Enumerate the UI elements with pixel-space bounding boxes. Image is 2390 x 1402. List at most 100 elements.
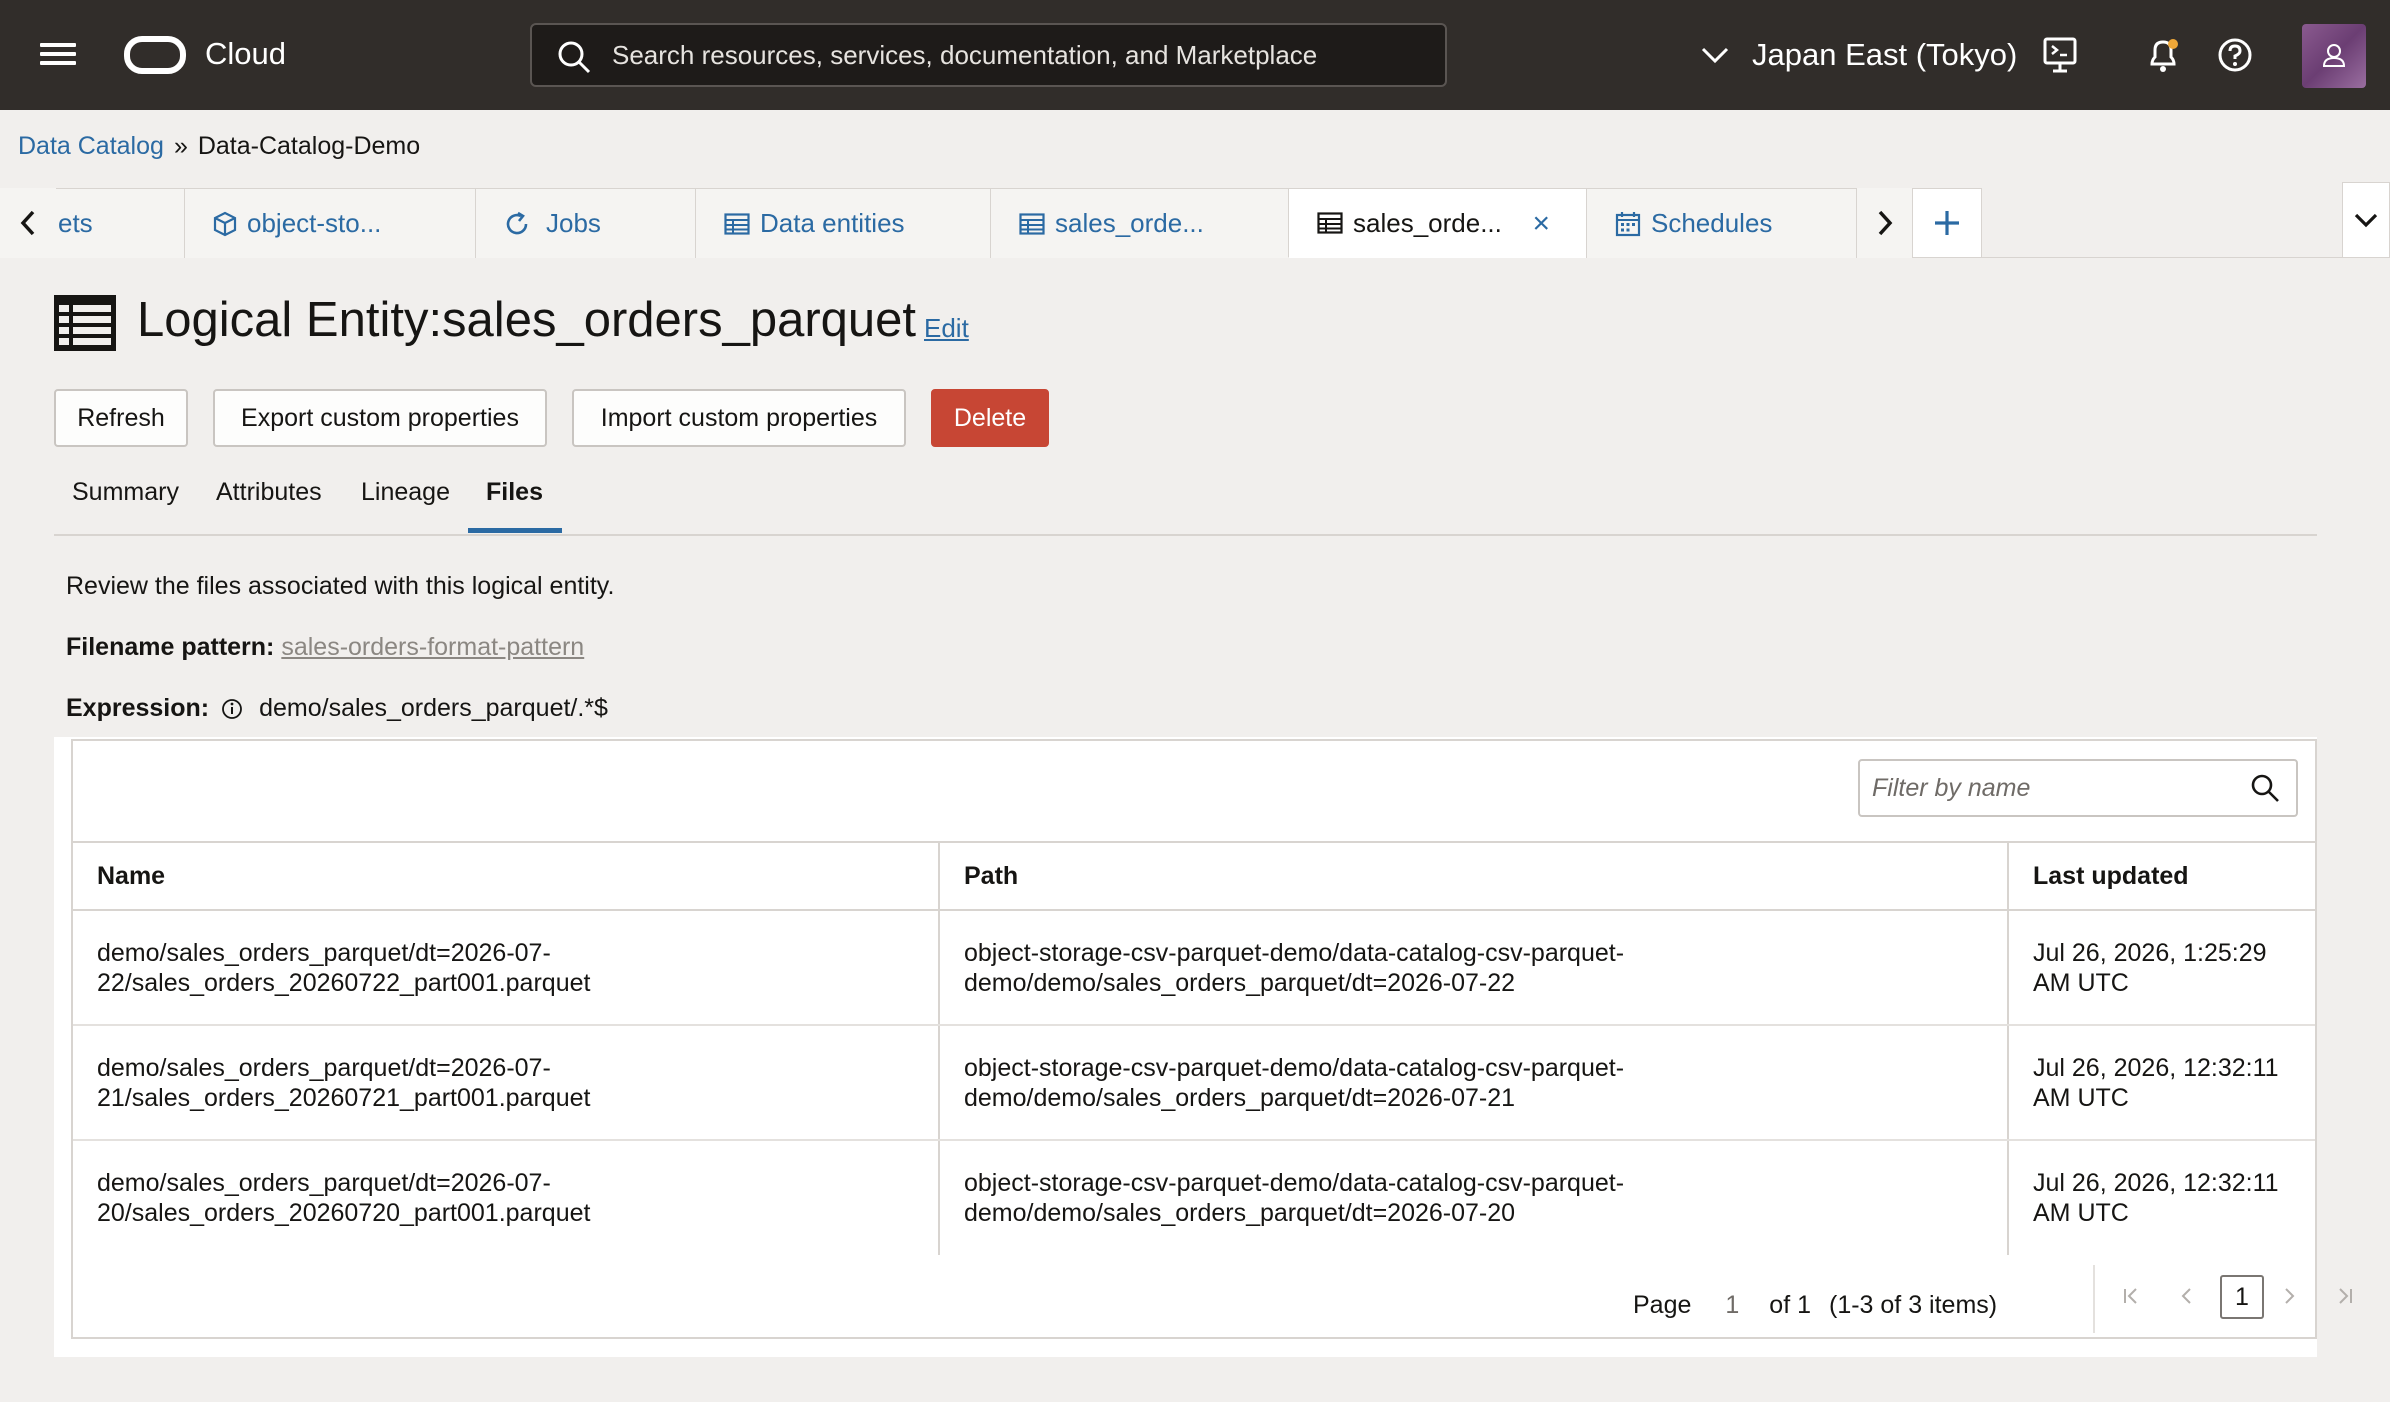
expression-value: demo/sales_orders_parquet/.*$ [259, 694, 608, 722]
file-path-cell: object-storage-csv-parquet-demo/data-cat… [964, 1053, 1625, 1112]
add-tab-button[interactable] [1912, 188, 1982, 258]
refresh-button[interactable]: Refresh [54, 389, 188, 447]
chevron-right-icon [1878, 210, 1892, 236]
table-row[interactable]: demo/sales_orders_parquet/dt=2026-07- 21… [73, 1025, 2315, 1141]
tab-sales-orders-active[interactable]: sales_orde... × [1288, 188, 1586, 258]
files-table-container: Name Path Last updated demo/sales_orders… [71, 739, 2352, 1339]
table-icon [54, 295, 116, 351]
export-custom-properties-button[interactable]: Export custom properties [213, 389, 547, 447]
cube-icon [213, 211, 237, 236]
tab-strip: ets object-sto... Jobs Data entities sal… [0, 188, 2390, 258]
tab-lineage[interactable]: Lineage [361, 478, 450, 507]
pagination-divider [2093, 1265, 2095, 1333]
tab-schedules[interactable]: Schedules [1586, 188, 1856, 258]
region-label: Japan East (Tokyo) [1752, 37, 2018, 72]
tab-label: Schedules [1651, 208, 1773, 238]
page-of-label: of 1 [1769, 1290, 1811, 1319]
oracle-logo[interactable] [124, 36, 186, 74]
tab-object-storage[interactable]: object-sto... [184, 188, 475, 258]
filename-pattern-label: Filename pattern: [66, 633, 275, 661]
files-description: Review the files associated with this lo… [66, 572, 615, 600]
breadcrumb-current: Data-Catalog-Demo [197, 132, 421, 160]
brand-label[interactable]: Cloud [205, 36, 286, 72]
tab-overflow-button[interactable] [2342, 182, 2390, 258]
filename-pattern-link[interactable]: sales-orders-format-pattern [281, 633, 584, 661]
bell-icon[interactable] [2142, 34, 2184, 76]
global-search-input[interactable]: Search resources, services, documentatio… [530, 23, 1447, 87]
last-page-icon [2339, 1288, 2352, 1304]
items-count-label: (1-3 of 3 items) [1829, 1290, 1998, 1319]
pagination-info: Page 1 of 1 (1-3 of 3 items) [1633, 1281, 1997, 1329]
cloud-shell-icon[interactable] [2040, 34, 2082, 76]
files-table: Name Path Last updated demo/sales_orders… [73, 841, 2315, 1255]
expression-label: Expression: [66, 694, 210, 722]
plus-icon [1935, 211, 1959, 235]
tab-jobs[interactable]: Jobs [475, 188, 695, 258]
menu-icon[interactable] [40, 38, 76, 72]
action-buttons: Refresh Export custom properties Import … [54, 389, 1049, 447]
files-panel: Name Path Last updated demo/sales_orders… [54, 737, 2352, 1357]
edit-link[interactable]: Edit [924, 313, 969, 344]
chevron-down-icon [2354, 213, 2378, 228]
breadcrumb-data-catalog[interactable]: Data Catalog [18, 132, 164, 161]
delete-button[interactable]: Delete [931, 389, 1049, 447]
top-navigation-bar: Cloud Search resources, services, docume… [0, 0, 2390, 110]
chevron-right-icon [2285, 1288, 2295, 1304]
active-tab-indicator [468, 528, 562, 533]
breadcrumb-separator: » [173, 132, 188, 160]
page-title: Logical Entity:sales_orders_parquet [137, 293, 917, 347]
close-icon[interactable]: × [1532, 207, 1550, 241]
table-icon [1317, 212, 1343, 234]
info-icon[interactable] [221, 698, 243, 720]
file-name-cell: demo/sales_orders_parquet/dt=2026-07- 21… [97, 1053, 591, 1112]
chevron-down-icon [1701, 47, 1729, 64]
file-path-cell: object-storage-csv-parquet-demo/data-cat… [964, 1169, 1625, 1227]
page-number-input[interactable]: 1 [1725, 1291, 1739, 1320]
expression-row: Expression: demo/sales_orders_parquet/.*… [66, 694, 608, 723]
import-custom-properties-button[interactable]: Import custom properties [572, 389, 906, 447]
column-header-name[interactable]: Name [73, 841, 939, 911]
previous-page-button[interactable] [2169, 1278, 2205, 1314]
column-header-last-updated[interactable]: Last updated [2007, 841, 2315, 911]
tab-label: object-sto... [247, 208, 382, 238]
last-updated-cell: Jul 26, 2026, 1:25:29 AM UTC [2033, 938, 2267, 997]
avatar[interactable] [2302, 24, 2366, 88]
tab-files[interactable]: Files [486, 478, 543, 507]
tab-label: sales_orde... [1055, 208, 1204, 238]
detail-tabs: Summary Attributes Lineage Files [54, 470, 2317, 536]
calendar-icon [1615, 211, 1641, 236]
tab-scroll-left-button[interactable] [0, 188, 56, 258]
file-name-cell: demo/sales_orders_parquet/dt=2026-07- 20… [97, 1169, 591, 1227]
page-label: Page [1633, 1290, 1692, 1319]
tab-label: sales_orde... [1353, 207, 1502, 238]
tab-sales-orders-1[interactable]: sales_orde... [990, 188, 1288, 258]
tab-label: Jobs [546, 208, 601, 238]
tab-assets[interactable]: ets [56, 188, 184, 258]
tab-label: ets [58, 208, 93, 238]
refresh-icon [506, 211, 528, 234]
table-header-row: Name Path Last updated [73, 841, 2315, 911]
next-page-button[interactable] [2271, 1278, 2307, 1314]
last-updated-cell: Jul 26, 2026, 12:32:11 AM UTC [2033, 1169, 2279, 1227]
last-updated-cell: Jul 26, 2026, 12:32:11 AM UTC [2033, 1053, 2279, 1112]
tab-attributes[interactable]: Attributes [216, 478, 322, 507]
user-icon [2322, 44, 2346, 67]
last-page-button[interactable] [2327, 1278, 2363, 1314]
table-row[interactable]: demo/sales_orders_parquet/dt=2026-07- 20… [73, 1140, 2315, 1255]
table-row[interactable]: demo/sales_orders_parquet/dt=2026-07- 22… [73, 910, 2315, 1026]
table-icon [1019, 212, 1045, 235]
search-icon [558, 41, 591, 74]
file-name-cell: demo/sales_orders_parquet/dt=2026-07- 22… [97, 938, 591, 997]
tab-summary[interactable]: Summary [72, 478, 179, 507]
filename-pattern-row: Filename pattern: sales-orders-format-pa… [66, 633, 584, 662]
first-page-button[interactable] [2113, 1278, 2149, 1314]
tab-data-entities[interactable]: Data entities [695, 188, 990, 258]
tab-scroll-right-button[interactable] [1856, 188, 1912, 258]
help-icon[interactable] [2214, 34, 2256, 76]
filter-by-name-input[interactable] [1858, 759, 2298, 817]
current-page-indicator[interactable]: 1 [2220, 1275, 2264, 1319]
column-header-path[interactable]: Path [938, 841, 2008, 911]
region-selector[interactable]: Japan East (Tokyo) [1700, 34, 2017, 76]
table-icon [724, 212, 750, 235]
chevron-left-icon [2181, 1288, 2191, 1304]
